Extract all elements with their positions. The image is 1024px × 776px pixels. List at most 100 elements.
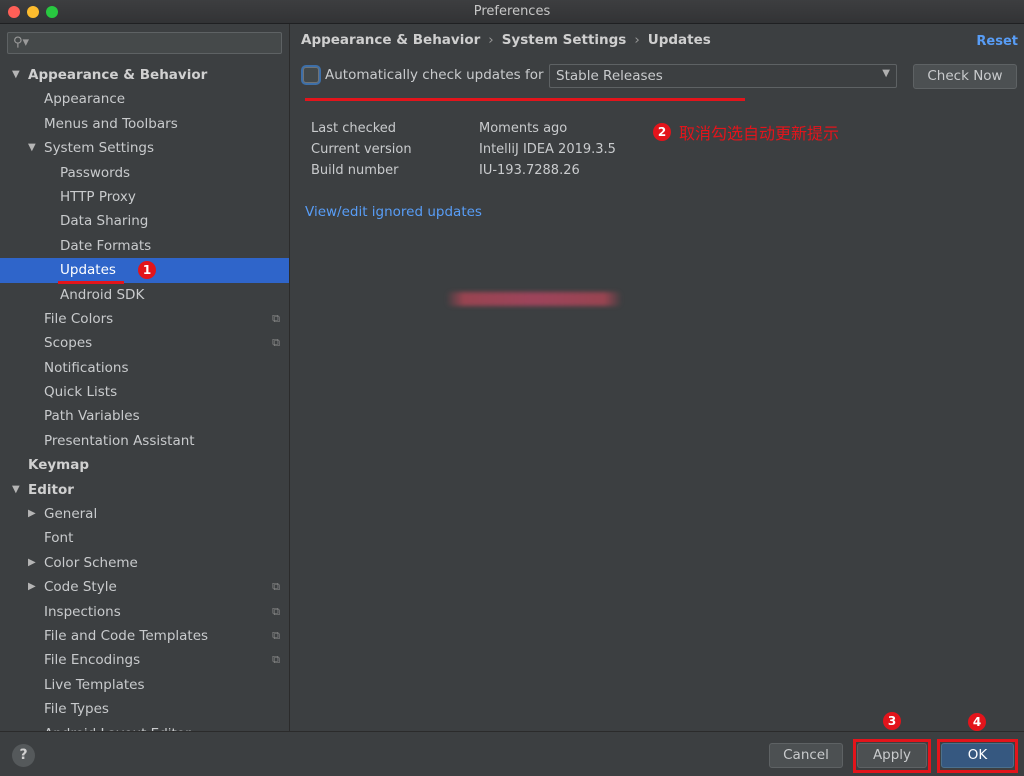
project-scope-icon: ⧉ xyxy=(272,628,280,642)
sidebar-item-general[interactable]: ▶ General xyxy=(0,502,289,526)
sidebar-item-label: File Types xyxy=(44,701,109,718)
breadcrumb-item: System Settings xyxy=(501,32,627,48)
sidebar-item-label: Appearance xyxy=(44,91,126,108)
sidebar-item-label: Font xyxy=(44,530,74,547)
sidebar-item-live-templates[interactable]: Live Templates xyxy=(0,673,289,697)
info-value: Moments ago xyxy=(479,121,568,136)
collapsed-arrow-icon[interactable]: ▶ xyxy=(28,502,40,526)
view-ignored-updates-link[interactable]: View/edit ignored updates xyxy=(305,204,482,220)
step-badge: 2 xyxy=(653,123,671,141)
info-value: IntelliJ IDEA 2019.3.5 xyxy=(479,142,616,157)
collapsed-arrow-icon[interactable]: ▶ xyxy=(28,575,40,599)
project-scope-icon: ⧉ xyxy=(272,580,280,594)
info-key: Current version xyxy=(311,142,412,157)
sidebar-item-scopes[interactable]: Scopes ⧉ xyxy=(0,331,289,355)
annotation-text: 取消勾选自动更新提示 xyxy=(679,124,840,143)
breadcrumb-item: Appearance & Behavior xyxy=(301,32,481,48)
cancel-button[interactable]: Cancel xyxy=(769,743,843,768)
sidebar-item-label: Data Sharing xyxy=(60,213,149,230)
blurred-watermark xyxy=(446,292,622,306)
sidebar-item-label: System Settings xyxy=(44,140,155,157)
collapsed-arrow-icon[interactable]: ▶ xyxy=(28,551,40,575)
sidebar-item-code-style[interactable]: ▶ Code Style ⧉ xyxy=(0,575,289,599)
update-channel-value: Stable Releases xyxy=(556,68,663,84)
info-value: IU-193.7288.26 xyxy=(479,163,580,178)
project-scope-icon: ⧉ xyxy=(272,311,280,325)
sidebar-item-presentation-assistant[interactable]: Presentation Assistant xyxy=(0,429,289,453)
sidebar-item-inspections[interactable]: Inspections ⧉ xyxy=(0,600,289,624)
sidebar-item-data-sharing[interactable]: Data Sharing xyxy=(0,209,289,233)
sidebar-item-label: Code Style xyxy=(44,579,117,596)
info-key: Build number xyxy=(311,163,399,178)
sidebar-item-label: Android Layout Editor xyxy=(44,722,191,731)
sidebar-item-label: Path Variables xyxy=(44,408,140,425)
sidebar-item-label: Presentation Assistant xyxy=(44,432,195,449)
sidebar-item-label: Date Formats xyxy=(60,237,152,254)
sidebar-item-notifications[interactable]: Notifications xyxy=(0,356,289,380)
sidebar-item-date-formats[interactable]: Date Formats xyxy=(0,234,289,258)
project-scope-icon: ⧉ xyxy=(272,653,280,667)
sidebar-item-keymap[interactable]: Keymap xyxy=(0,453,289,477)
sidebar-item-file-and-code-templates[interactable]: File and Code Templates ⧉ xyxy=(0,624,289,648)
project-scope-icon: ⧉ xyxy=(272,604,280,618)
annotation-box-ok xyxy=(937,739,1018,773)
sidebar-item-label: Android SDK xyxy=(60,286,145,303)
info-key: Last checked xyxy=(311,121,397,136)
help-button[interactable]: ? xyxy=(12,744,35,767)
expanded-arrow-icon[interactable]: ▼ xyxy=(12,478,24,502)
sidebar-item-appearance-behavior[interactable]: ▼ Appearance & Behavior xyxy=(0,63,289,87)
check-now-button[interactable]: Check Now xyxy=(913,64,1017,89)
sidebar-item-label: Keymap xyxy=(28,457,90,474)
sidebar-item-label: File Colors xyxy=(44,310,114,327)
annotation-box-apply xyxy=(853,739,931,773)
sidebar-item-label: Passwords xyxy=(60,164,131,181)
search-icon: ⚲▾ xyxy=(13,35,30,50)
annotation-underline xyxy=(305,98,745,101)
step-badge: 1 xyxy=(138,261,156,280)
sidebar-item-label: Scopes xyxy=(44,335,93,352)
breadcrumb: Appearance & Behavior › System Settings › Up… xyxy=(301,32,711,48)
window-title: Preferences xyxy=(473,4,551,19)
sidebar-item-label: Live Templates xyxy=(44,676,145,693)
sidebar-item-android-layout-editor[interactable]: Android Layout Editor xyxy=(0,722,289,731)
auto-check-updates-checkbox[interactable] xyxy=(303,67,319,83)
sidebar-item-file-colors[interactable]: File Colors ⧉ xyxy=(0,307,289,331)
sidebar-item-label: HTTP Proxy xyxy=(60,188,136,205)
breadcrumb-separator: › xyxy=(488,32,494,48)
sidebar-item-path-variables[interactable]: Path Variables xyxy=(0,404,289,428)
sidebar-item-label: General xyxy=(44,506,98,523)
sidebar-item-http-proxy[interactable]: HTTP Proxy xyxy=(0,185,289,209)
chevron-down-icon: ▼ xyxy=(882,68,890,79)
sidebar-item-android-sdk[interactable]: Android SDK xyxy=(0,283,289,307)
sidebar-item-menus-and-toolbars[interactable]: Menus and Toolbars xyxy=(0,112,289,136)
sidebar-item-label: Appearance & Behavior xyxy=(28,67,208,83)
expanded-arrow-icon[interactable]: ▼ xyxy=(12,63,24,87)
sidebar-item-quick-lists[interactable]: Quick Lists xyxy=(0,380,289,404)
sidebar-item-passwords[interactable]: Passwords xyxy=(0,161,289,185)
settings-sidebar: ⚲▾ ▼ Appearance & Behavior Appearance Menus… xyxy=(0,24,290,731)
sidebar-item-file-encodings[interactable]: File Encodings ⧉ xyxy=(0,648,289,672)
sidebar-item-label: Color Scheme xyxy=(44,554,138,571)
sidebar-item-label: Quick Lists xyxy=(44,384,118,401)
reset-link[interactable]: Reset xyxy=(976,34,1018,49)
auto-check-updates-label[interactable]: Automatically check updates for xyxy=(325,67,544,83)
sidebar-item-color-scheme[interactable]: ▶ Color Scheme xyxy=(0,551,289,575)
sidebar-item-label: Editor xyxy=(28,481,74,498)
sidebar-item-label: Updates xyxy=(60,262,116,279)
update-channel-select[interactable]: Stable Releases ▼ xyxy=(549,64,897,88)
sidebar-item-updates[interactable]: Updates 1 xyxy=(0,258,289,283)
breadcrumb-item: Updates xyxy=(647,32,711,48)
sidebar-item-font[interactable]: Font xyxy=(0,526,289,550)
project-scope-icon: ⧉ xyxy=(272,336,280,350)
settings-tree: ▼ Appearance & Behavior Appearance Menus an… xyxy=(0,63,289,731)
sidebar-item-appearance[interactable]: Appearance xyxy=(0,87,289,111)
step-badge: 4 xyxy=(968,713,986,731)
sidebar-item-editor[interactable]: ▼ Editor xyxy=(0,478,289,502)
sidebar-item-file-types[interactable]: File Types xyxy=(0,697,289,721)
breadcrumb-separator: › xyxy=(634,32,640,48)
sidebar-item-system-settings[interactable]: ▼ System Settings xyxy=(0,136,289,160)
expanded-arrow-icon[interactable]: ▼ xyxy=(28,136,40,160)
sidebar-item-label: Notifications xyxy=(44,359,129,376)
updates-panel: Appearance & Behavior › System Settings › Up… xyxy=(291,24,1024,731)
settings-search-input[interactable]: ⚲▾ xyxy=(7,32,282,54)
